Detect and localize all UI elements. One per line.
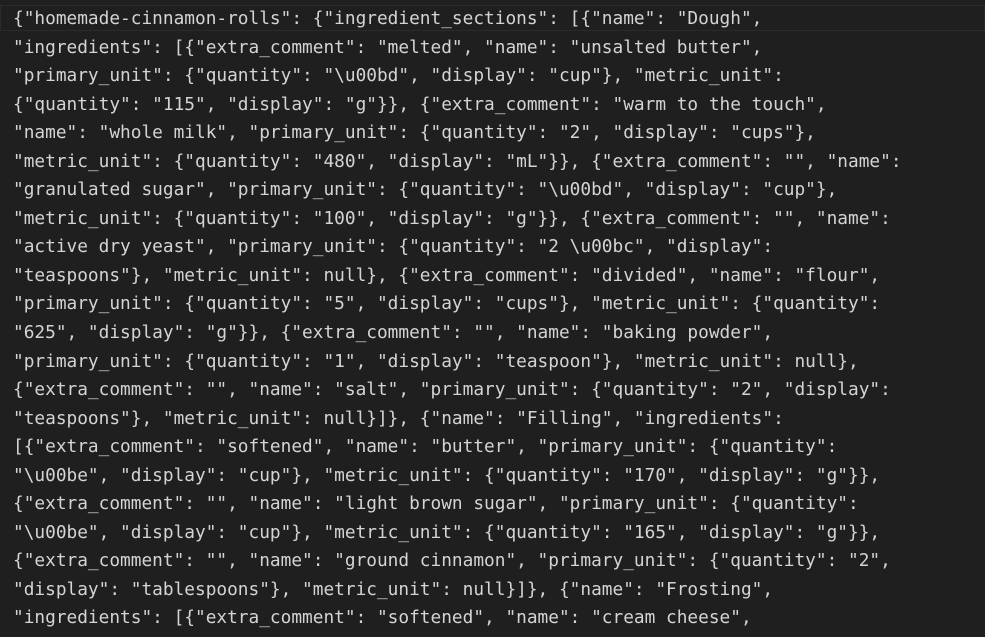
- code-line[interactable]: "\u00be", "display": "cup"}, "metric_uni…: [13, 462, 902, 491]
- code-line[interactable]: "display": "tablespoons"}, "metric_unit"…: [13, 576, 902, 605]
- code-line[interactable]: {"extra_comment": "", "name": "ground ci…: [13, 547, 902, 576]
- code-line[interactable]: "granulated sugar", "primary_unit": {"qu…: [13, 176, 902, 205]
- code-editor[interactable]: {"homemade-cinnamon-rolls": {"ingredient…: [0, 0, 985, 637]
- code-line[interactable]: "metric_unit": {"quantity": "100", "disp…: [13, 205, 902, 234]
- code-line[interactable]: "name": "whole milk", "primary_unit": {"…: [13, 119, 902, 148]
- code-line[interactable]: "primary_unit": {"quantity": "\u00bd", "…: [13, 62, 902, 91]
- code-line[interactable]: "ingredients": [{"extra_comment": "softe…: [13, 604, 902, 633]
- code-line[interactable]: "ingredients": [{"extra_comment": "melte…: [13, 34, 902, 63]
- code-line[interactable]: "\u00be", "display": "cup"}, "metric_uni…: [13, 519, 902, 548]
- code-line[interactable]: "primary_unit": {"quantity": "1", "displ…: [13, 348, 902, 377]
- code-line[interactable]: "625", "display": "g"}}, {"extra_comment…: [13, 319, 902, 348]
- code-line[interactable]: [{"extra_comment": "softened", "name": "…: [13, 433, 902, 462]
- code-line[interactable]: "primary_unit": {"quantity": "5", "displ…: [13, 290, 902, 319]
- code-line[interactable]: "metric_unit": {"quantity": "480", "disp…: [13, 148, 902, 177]
- code-line[interactable]: {"extra_comment": "", "name": "light bro…: [13, 490, 902, 519]
- code-line[interactable]: "active dry yeast", "primary_unit": {"qu…: [13, 233, 902, 262]
- code-text-area[interactable]: {"homemade-cinnamon-rolls": {"ingredient…: [13, 5, 902, 633]
- code-line[interactable]: {"quantity": "115", "display": "g"}}, {"…: [13, 91, 902, 120]
- code-line[interactable]: "teaspoons"}, "metric_unit": null}]}, {"…: [13, 405, 902, 434]
- code-line[interactable]: {"homemade-cinnamon-rolls": {"ingredient…: [13, 5, 902, 34]
- code-line[interactable]: {"extra_comment": "", "name": "salt", "p…: [13, 376, 902, 405]
- code-line[interactable]: "teaspoons"}, "metric_unit": null}, {"ex…: [13, 262, 902, 291]
